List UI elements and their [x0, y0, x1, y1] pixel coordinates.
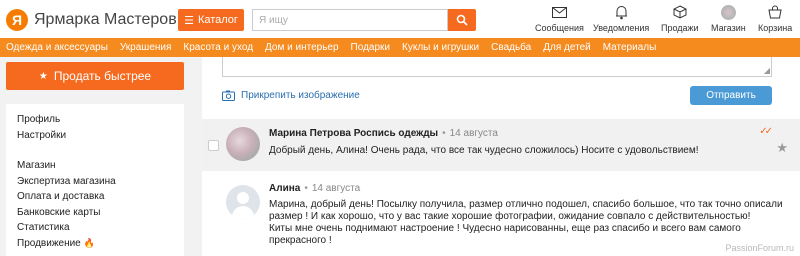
cart-label: Корзина [758, 23, 793, 33]
header-sales[interactable]: Продажи [661, 4, 699, 36]
site-logo[interactable]: Я Ярмарка Мастеров [6, 9, 177, 31]
bell-icon [613, 4, 629, 20]
nav-materials[interactable]: Материалы [603, 42, 657, 53]
sidebar-item-payment[interactable]: Оплата и доставка [17, 189, 184, 205]
messages-label: Сообщения [535, 23, 584, 33]
nav-clothing[interactable]: Одежда и аксессуары [6, 42, 108, 53]
double-check-icon: ✓✓ [759, 126, 773, 137]
attach-image-link[interactable]: Прикрепить изображение [222, 90, 360, 101]
nav-wedding[interactable]: Свадьба [491, 42, 531, 53]
search-button[interactable] [448, 9, 476, 31]
message-line: размер ! И как хорошо, что у вас такие х… [269, 211, 751, 222]
sell-faster-label: Продать быстрее [53, 69, 152, 83]
sell-faster-button[interactable]: ★ Продать быстрее [6, 62, 184, 90]
logo-text: Ярмарка Мастеров [34, 11, 177, 28]
favorite-star-icon[interactable]: ★ [776, 140, 788, 156]
message-text: Марина, добрый день! Посылку получила, р… [269, 199, 789, 247]
sidebar-item-promotion[interactable]: Продвижение 🔥 [17, 236, 184, 252]
header-notifications[interactable]: Уведомления [593, 4, 649, 36]
separator-dot: • [442, 128, 446, 139]
send-button[interactable]: Отправить [690, 86, 772, 105]
message-date: 14 августа [311, 183, 361, 194]
sidebar-divider [17, 143, 184, 158]
watermark: PassionForum.ru [725, 243, 794, 253]
message-header: Марина Петрова Роспись одежды • 14 августа [269, 128, 498, 139]
author-name[interactable]: Марина Петрова Роспись одежды [269, 128, 438, 139]
fire-icon: 🔥 [83, 237, 95, 248]
nav-jewelry[interactable]: Украшения [120, 42, 172, 53]
nav-gifts[interactable]: Подарки [351, 42, 390, 53]
message-line: прекрасного ! [269, 235, 332, 246]
header-messages[interactable]: Сообщения [535, 4, 584, 36]
message-line: Марина, добрый день! Посылку получила, р… [269, 199, 783, 210]
catalog-button[interactable]: ☰ Каталог [178, 9, 244, 31]
separator-dot: • [304, 183, 308, 194]
avatar-placeholder[interactable] [226, 185, 260, 219]
sidebar-item-stats[interactable]: Статистика [17, 220, 184, 236]
author-name[interactable]: Алина [269, 183, 300, 194]
avatar-head [237, 192, 249, 204]
message-item: Марина Петрова Роспись одежды • 14 августа… [202, 119, 800, 171]
message-item: Алина • 14 августа Марина, добрый день! По… [202, 175, 800, 256]
star-icon: ★ [38, 70, 48, 82]
nav-toys[interactable]: Куклы и игрушки [402, 42, 479, 53]
search-input[interactable]: Я ищу [252, 9, 448, 31]
header-shop[interactable]: Магазин [711, 4, 746, 36]
header-cart[interactable]: Корзина [758, 4, 792, 36]
nav-kids[interactable]: Для детей [543, 42, 590, 53]
avatar-body [232, 206, 254, 219]
reply-textarea[interactable]: ◢ [222, 57, 772, 77]
nav-home[interactable]: Дом и интерьер [265, 42, 339, 53]
catalog-label: Каталог [197, 14, 238, 26]
message-text: Добрый день, Алина! Очень рада, что все … [269, 145, 699, 156]
sidebar-item-settings[interactable]: Настройки [17, 128, 184, 144]
sidebar-item-profile[interactable]: Профиль [17, 112, 184, 128]
camera-icon [222, 90, 235, 101]
promotion-label: Продвижение [17, 237, 81, 249]
avatar[interactable] [226, 127, 260, 161]
sales-label: Продажи [661, 23, 699, 33]
message-date: 14 августа [449, 128, 498, 139]
notifications-label: Уведомления [593, 23, 650, 33]
shop-avatar-icon [720, 4, 736, 20]
category-nav: Одежда и аксессуары Украшения Красота и … [0, 38, 800, 57]
logo-icon: Я [6, 9, 28, 31]
envelope-icon [551, 4, 567, 20]
search-icon [456, 14, 468, 26]
nav-beauty[interactable]: Красота и уход [183, 42, 253, 53]
message-header: Алина • 14 августа [269, 183, 360, 194]
box-icon [672, 4, 688, 20]
top-header: Я Ярмарка Мастеров ☰ Каталог Я ищу Сообщ… [0, 0, 800, 38]
menu-icon: ☰ [184, 14, 194, 27]
message-checkbox[interactable] [208, 140, 219, 151]
conversation-panel: ◢ Прикрепить изображение Отправить Марин… [202, 57, 800, 256]
cart-icon [767, 4, 783, 20]
message-line: Киты мне очень поднимают настроение ! Чу… [269, 223, 741, 234]
sidebar-item-shop[interactable]: Магазин [17, 158, 184, 174]
resize-grip-icon[interactable]: ◢ [764, 67, 770, 75]
shop-label: Магазин [711, 23, 746, 33]
sidebar-item-expertise[interactable]: Экспертиза магазина [17, 174, 184, 190]
sidebar-item-cards[interactable]: Банковские карты [17, 205, 184, 221]
attach-label: Прикрепить изображение [241, 90, 360, 101]
sidebar-menu: Профиль Настройки Магазин Экспертиза маг… [6, 104, 184, 256]
